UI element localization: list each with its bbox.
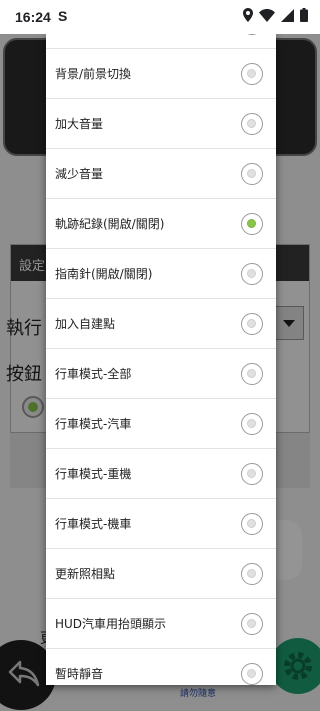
wifi-icon: [259, 7, 275, 26]
notification-s-icon: S: [58, 8, 68, 24]
list-item-label: 軌跡紀錄(開啟/關閉): [55, 217, 165, 231]
radio-button[interactable]: [241, 413, 263, 435]
radio-button[interactable]: [241, 363, 263, 385]
radio-dot: [247, 219, 256, 228]
radio-button[interactable]: [241, 63, 263, 85]
list-item[interactable]: 軌跡紀錄(開啟/關閉): [46, 199, 276, 249]
list-item-label: 暫時靜音: [55, 667, 104, 681]
radio-button[interactable]: [241, 263, 263, 285]
radio-button[interactable]: [241, 34, 263, 35]
radio-dot: [247, 269, 256, 278]
radio-dot: [247, 419, 256, 428]
radio-button[interactable]: [241, 463, 263, 485]
status-bar: 16:24 S: [0, 0, 320, 34]
radio-dot: [247, 469, 256, 478]
screen: 16:24 S 設定 執行 按鈕 更 請勿隨意: [0, 0, 320, 711]
radio-button[interactable]: [241, 513, 263, 535]
status-time: 16:24: [15, 9, 51, 25]
radio-button-checked[interactable]: [241, 213, 263, 235]
list-item[interactable]: 更新照相點: [46, 549, 276, 599]
list-item-label: 更新照相點: [55, 567, 116, 581]
status-icons: [243, 7, 308, 26]
list-item-label: 行車模式-重機: [55, 467, 132, 481]
list-item-label: 減少音量: [55, 167, 104, 181]
list-item[interactable]: 行車模式-機車: [46, 499, 276, 549]
list-item-label: 加入自建點: [55, 317, 116, 331]
list-item[interactable]: 加大音量: [46, 99, 276, 149]
list-item-label: 開始/停止導航: [55, 34, 131, 49]
radio-dot: [247, 369, 256, 378]
radio-button[interactable]: [241, 313, 263, 335]
radio-dot: [247, 519, 256, 528]
list-item[interactable]: 背景/前景切換: [46, 49, 276, 99]
action-choice-list: 開始/停止導航背景/前景切換加大音量減少音量軌跡紀錄(開啟/關閉) 指南針(開啟/…: [46, 34, 276, 685]
list-item-label: 指南針(開啟/關閉): [55, 267, 153, 281]
list-item[interactable]: 行車模式-汽車: [46, 399, 276, 449]
location-icon: [243, 7, 253, 26]
list-item-label: 行車模式-汽車: [55, 417, 132, 431]
radio-button[interactable]: [241, 563, 263, 585]
list-item-label: 行車模式-機車: [55, 517, 132, 531]
radio-dot: [247, 669, 256, 678]
action-choice-dialog: 開始/停止導航背景/前景切換加大音量減少音量軌跡紀錄(開啟/關閉) 指南針(開啟/…: [46, 34, 276, 685]
list-item[interactable]: 減少音量: [46, 149, 276, 199]
list-item-label: 行車模式-全部: [55, 367, 132, 381]
battery-icon: [300, 7, 308, 26]
list-item-label: 加大音量: [55, 117, 104, 131]
radio-dot: [247, 169, 256, 178]
list-item[interactable]: 行車模式-重機: [46, 449, 276, 499]
radio-dot: [247, 69, 256, 78]
radio-dot: [247, 319, 256, 328]
list-item[interactable]: 開始/停止導航: [46, 34, 276, 49]
list-item[interactable]: HUD汽車用抬頭顯示: [46, 599, 276, 649]
radio-dot: [247, 119, 256, 128]
radio-button[interactable]: [241, 663, 263, 685]
list-item-label: HUD汽車用抬頭顯示: [55, 617, 167, 631]
list-item[interactable]: 行車模式-全部: [46, 349, 276, 399]
radio-dot: [247, 619, 256, 628]
list-item-label: 背景/前景切換: [55, 67, 132, 81]
radio-button[interactable]: [241, 613, 263, 635]
list-item[interactable]: 指南針(開啟/關閉): [46, 249, 276, 299]
radio-button[interactable]: [241, 113, 263, 135]
signal-icon: [281, 7, 294, 26]
radio-button[interactable]: [241, 163, 263, 185]
radio-dot: [247, 569, 256, 578]
list-item[interactable]: 暫時靜音: [46, 649, 276, 685]
list-item[interactable]: 加入自建點: [46, 299, 276, 349]
